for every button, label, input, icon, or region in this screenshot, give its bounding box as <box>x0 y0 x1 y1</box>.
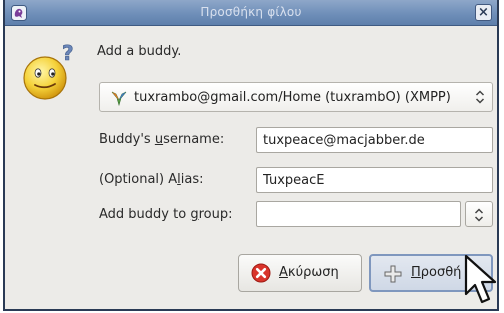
smiley-question-icon: ? <box>23 41 74 100</box>
cancel-button[interactable]: Ακύρωση <box>238 254 362 292</box>
updown-arrows-icon <box>474 208 484 222</box>
xmpp-protocol-icon <box>111 91 127 107</box>
group-input[interactable] <box>256 201 461 227</box>
updown-arrows-icon <box>475 90 485 104</box>
account-value: tuxrambo@gmail.com/Home (tuxrambO) (XMPP… <box>134 90 451 105</box>
window-title: Προσθήκη φίλου <box>200 5 302 19</box>
title-bar[interactable]: Προσθήκη φίλου × <box>5 0 497 26</box>
group-dropdown-button[interactable] <box>465 201 493 227</box>
mouse-cursor-icon <box>464 254 497 304</box>
alias-input[interactable] <box>256 167 493 193</box>
add-buddy-dialog: Προσθήκη φίλου × ? Add a buddy. tuxrambo… <box>3 0 499 311</box>
cancel-icon <box>251 263 271 283</box>
close-icon: × <box>478 5 489 20</box>
close-button[interactable]: × <box>475 4 492 21</box>
group-label: Add buddy to group: <box>99 207 233 222</box>
dialog-content: ? Add a buddy. tuxrambo@gmail.com/Home (… <box>5 26 497 309</box>
screenshot-page: Προσθήκη φίλου × ? Add a buddy. tuxrambo… <box>0 0 504 313</box>
svg-text:?: ? <box>62 41 74 65</box>
add-icon <box>384 265 402 283</box>
alias-label: (Optional) Alias: <box>99 172 204 187</box>
username-input[interactable] <box>256 127 493 153</box>
cancel-label: Ακύρωση <box>279 265 339 280</box>
username-label: Buddy's username: <box>99 132 225 147</box>
account-selector[interactable]: tuxrambo@gmail.com/Home (tuxrambO) (XMPP… <box>99 82 493 112</box>
add-label: Προσθή <box>411 265 462 280</box>
intro-text: Add a buddy. <box>97 44 182 59</box>
